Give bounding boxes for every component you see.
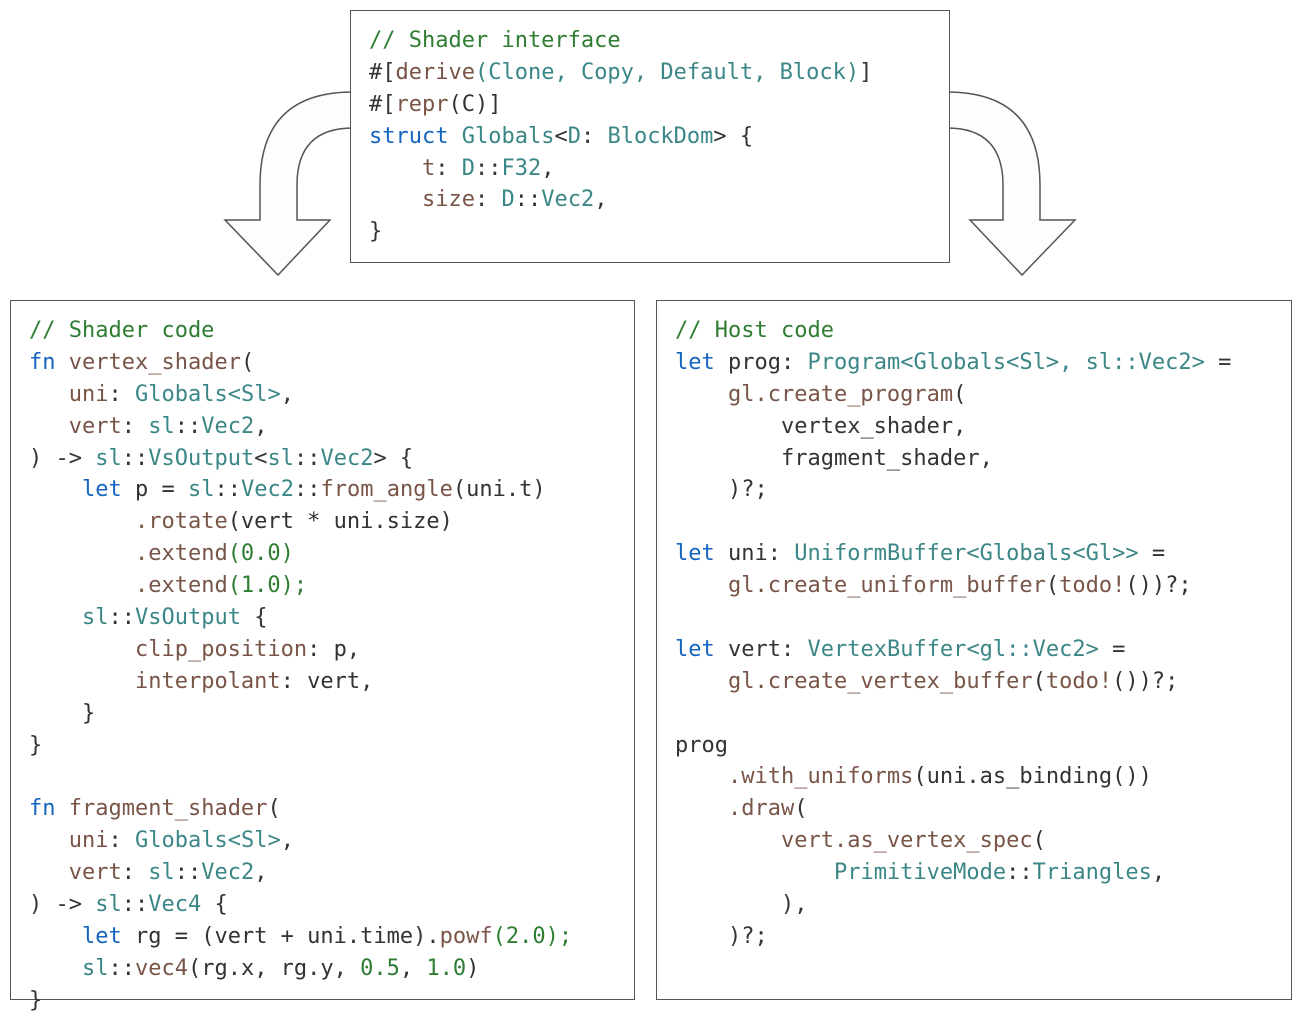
code-comment: // Host code bbox=[675, 318, 834, 343]
arrow-right-icon bbox=[945, 50, 1095, 280]
arrow-left-icon bbox=[205, 50, 355, 280]
shader-code-box: // Shader code fn vertex_shader( uni: Gl… bbox=[10, 300, 635, 1000]
diagram-container: // Shader interface #[derive(Clone, Copy… bbox=[10, 10, 1294, 1007]
code-comment: // Shader code bbox=[29, 318, 214, 343]
host-code-box: // Host code let prog: Program<Globals<S… bbox=[656, 300, 1292, 1000]
code-comment: // Shader interface bbox=[369, 28, 621, 53]
shader-interface-box: // Shader interface #[derive(Clone, Copy… bbox=[350, 10, 950, 263]
